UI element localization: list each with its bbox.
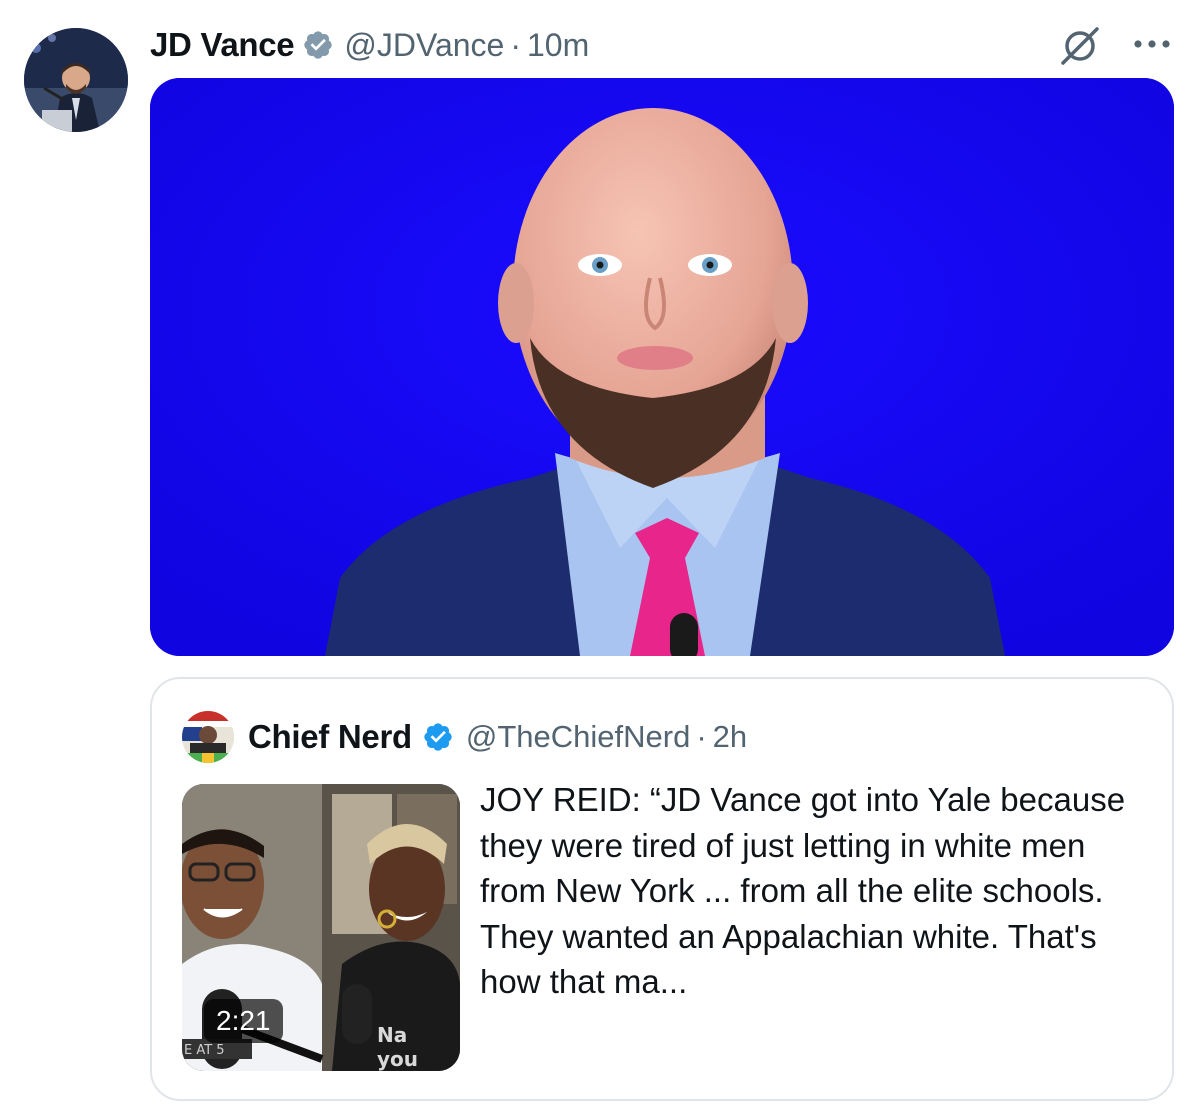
author-handle[interactable]: @JDVance — [344, 27, 504, 64]
svg-text:you: you — [377, 1047, 418, 1071]
profile-photo-icon — [24, 28, 128, 132]
verified-badge-icon[interactable] — [422, 721, 454, 753]
separator-dot: · — [696, 719, 707, 754]
quoted-post-timestamp[interactable]: 2h — [713, 719, 747, 755]
svg-text:E AT 5: E AT 5 — [184, 1043, 225, 1058]
post-media-photo[interactable] — [150, 78, 1174, 656]
chief-nerd-avatar-icon — [182, 711, 234, 763]
quoted-author-name[interactable]: Chief Nerd — [248, 718, 412, 756]
author-avatar[interactable] — [24, 28, 128, 132]
svg-text:Na: Na — [377, 1023, 407, 1047]
video-duration-badge: 2:21 — [204, 999, 283, 1043]
post-header: JD Vance @JDVance · 10m — [150, 22, 589, 68]
grok-icon[interactable] — [1058, 26, 1102, 66]
quoted-post-text: JOY REID: “JD Vance got into Yale becaus… — [480, 781, 1126, 1000]
verified-badge-icon[interactable] — [302, 29, 334, 61]
author-name[interactable]: JD Vance — [150, 26, 295, 64]
more-icon[interactable] — [1132, 36, 1172, 52]
quoted-post-card[interactable]: Chief Nerd @TheChiefNerd · 2h Na you E A… — [150, 677, 1174, 1101]
post-timestamp[interactable]: 10m — [527, 27, 589, 64]
quoted-author-handle[interactable]: @TheChiefNerd — [466, 719, 690, 755]
separator-dot: · — [510, 26, 521, 63]
quoted-post-header: Chief Nerd @TheChiefNerd · 2h — [248, 715, 747, 759]
man-in-suit-photo-icon — [150, 78, 1174, 656]
video-thumbnail[interactable]: Na you E AT 5 2:21 — [182, 784, 460, 1071]
quoted-author-avatar[interactable] — [182, 711, 234, 763]
